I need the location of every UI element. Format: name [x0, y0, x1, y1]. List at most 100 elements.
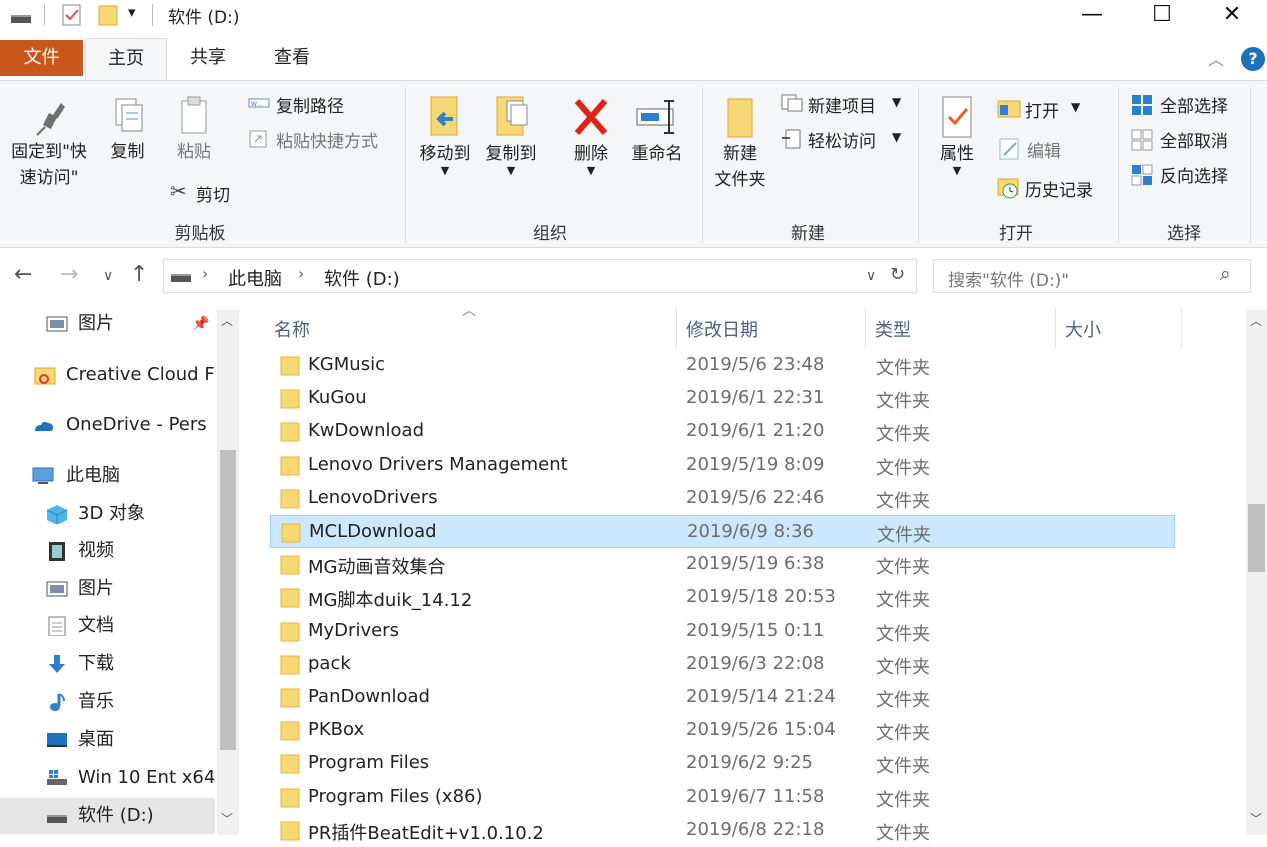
minimize-button[interactable]: — [1057, 0, 1127, 30]
address-dropdown-icon[interactable]: ∨ [866, 268, 876, 284]
pin-quick-access-button[interactable]: 固定到"快 速访问" [4, 95, 94, 191]
nav-item-documents[interactable]: 文档 [0, 608, 215, 644]
new-item-dropdown-icon[interactable]: ▼ [892, 95, 901, 109]
open-label[interactable]: 打开 [1025, 97, 1059, 122]
new-folder-quick-icon[interactable] [98, 4, 120, 31]
file-name[interactable]: MCLDownload [309, 521, 437, 542]
table-row[interactable]: MG脚本duik_14.12 2019/5/18 20:53 文件夹 [270, 581, 1175, 614]
table-row[interactable]: KuGou 2019/6/1 22:31 文件夹 [270, 382, 1175, 415]
table-row[interactable]: MG动画音效集合 2019/5/19 6:38 文件夹 [270, 548, 1175, 581]
copy-button[interactable]: 复制 [100, 95, 155, 165]
file-name[interactable]: MyDrivers [308, 620, 399, 641]
customize-quick-access-icon[interactable]: ▾ [128, 3, 136, 21]
copy-path-button[interactable]: W… [248, 95, 270, 116]
file-name[interactable]: MG脚本duik_14.12 [308, 586, 472, 612]
table-row[interactable]: PR插件BeatEdit+v1.0.10.2 2019/6/8 22:18 文件夹 [270, 814, 1175, 847]
column-divider[interactable] [676, 308, 677, 348]
table-row[interactable]: PanDownload 2019/5/14 21:24 文件夹 [270, 681, 1175, 714]
help-icon[interactable]: ? [1241, 47, 1265, 71]
nav-item-3d-objects[interactable]: 3D 对象 [0, 496, 215, 532]
drive-icon[interactable] [10, 10, 32, 30]
forward-icon[interactable]: → [60, 262, 78, 287]
file-name[interactable]: Lenovo Drivers Management [308, 454, 568, 475]
search-input[interactable]: 搜索"软件 (D:)" [948, 266, 1069, 291]
move-to-button[interactable]: 移动到 ▼ [414, 93, 476, 176]
rename-button[interactable]: 重命名 [624, 93, 690, 167]
nav-item-this-pc[interactable]: 此电脑 [0, 458, 215, 494]
edit-label[interactable]: 编辑 [1027, 137, 1061, 162]
invert-selection-icon[interactable] [1130, 163, 1154, 192]
file-name[interactable]: Program Files (x86) [308, 786, 483, 807]
table-row[interactable]: KGMusic 2019/5/6 23:48 文件夹 [270, 349, 1175, 382]
easy-access-label[interactable]: 轻松访问 [808, 127, 876, 152]
nav-scrollbar[interactable]: ︿ ﹀ [217, 310, 239, 835]
up-icon[interactable]: ↑ [130, 262, 148, 287]
file-name[interactable]: PKBox [308, 719, 364, 740]
file-name[interactable]: KuGou [308, 387, 367, 408]
history-label[interactable]: 历史记录 [1025, 176, 1093, 201]
table-row[interactable]: KwDownload 2019/6/1 21:20 文件夹 [270, 415, 1175, 448]
search-icon[interactable]: ⌕ [1220, 263, 1231, 285]
pin-icon[interactable]: 📌 [192, 306, 209, 342]
scroll-down-icon[interactable]: ﹀ [1250, 810, 1262, 827]
search-box[interactable]: 搜索"软件 (D:)" ⌕ [933, 259, 1251, 293]
file-name[interactable]: PR插件BeatEdit+v1.0.10.2 [308, 819, 544, 845]
open-dropdown-icon[interactable]: ▼ [1071, 100, 1080, 114]
refresh-icon[interactable]: ↻ [890, 264, 905, 285]
table-row[interactable]: MyDrivers 2019/5/15 0:11 文件夹 [270, 615, 1175, 648]
scroll-up-icon[interactable]: ︿ [221, 312, 233, 329]
open-icon[interactable] [996, 97, 1022, 124]
nav-item-creative-cloud[interactable]: Creative Cloud F [0, 357, 215, 393]
properties-quick-icon[interactable] [62, 4, 82, 31]
edit-icon[interactable] [998, 137, 1022, 166]
new-item-label[interactable]: 新建项目 [808, 92, 876, 117]
back-icon[interactable]: ← [14, 262, 32, 287]
paste-shortcut-button[interactable] [248, 129, 268, 154]
delete-button[interactable]: 删除 ▼ [562, 93, 620, 176]
nav-item-videos[interactable]: 视频 [0, 533, 215, 569]
recent-locations-icon[interactable]: ∨ [103, 268, 113, 284]
copy-to-button[interactable]: 复制到 ▼ [480, 93, 542, 176]
table-row[interactable]: pack 2019/6/3 22:08 文件夹 [270, 648, 1175, 681]
file-name[interactable]: pack [308, 653, 351, 674]
address-bar[interactable]: › 此电脑 › 软件 (D:) ∨ ↻ [163, 259, 917, 293]
column-header-size[interactable]: 大小 [1065, 316, 1101, 342]
tab-file[interactable]: 文件 [0, 40, 83, 76]
paste-button[interactable]: 粘贴 [165, 95, 223, 165]
table-row[interactable]: Lenovo Drivers Management 2019/5/19 8:09 文… [270, 449, 1175, 482]
file-name[interactable]: LenovoDrivers [308, 487, 438, 508]
table-row[interactable]: Program Files (x86) 2019/6/7 11:58 文件夹 [270, 781, 1175, 814]
table-row[interactable]: LenovoDrivers 2019/5/6 22:46 文件夹 [270, 482, 1175, 515]
history-icon[interactable] [996, 175, 1022, 204]
nav-item-pictures[interactable]: 图片 [0, 571, 215, 607]
select-none-icon[interactable] [1130, 128, 1154, 157]
select-none-label[interactable]: 全部取消 [1160, 127, 1228, 152]
cut-label[interactable]: 剪切 [196, 181, 230, 206]
file-name[interactable]: KwDownload [308, 420, 424, 441]
scroll-down-icon[interactable]: ﹀ [221, 810, 233, 827]
tab-home[interactable]: 主页 [85, 38, 167, 81]
close-button[interactable]: ✕ [1197, 0, 1267, 30]
breadcrumb-drive-d[interactable]: 软件 (D:) [324, 265, 400, 291]
nav-item-onedrive[interactable]: OneDrive - Pers [0, 407, 215, 443]
scroll-up-icon[interactable]: ︿ [1250, 312, 1262, 329]
file-name[interactable]: MG动画音效集合 [308, 553, 445, 579]
select-all-icon[interactable] [1130, 93, 1154, 122]
column-divider[interactable] [1055, 308, 1056, 348]
invert-selection-label[interactable]: 反向选择 [1160, 162, 1228, 187]
file-name[interactable]: Program Files [308, 752, 429, 773]
nav-item-drive-c[interactable]: Win 10 Ent x64 [0, 760, 215, 796]
easy-access-icon[interactable] [780, 128, 804, 155]
file-list-scrollbar-thumb[interactable] [1248, 504, 1265, 572]
file-name[interactable]: PanDownload [308, 686, 430, 707]
column-header-name[interactable]: 名称 [274, 316, 310, 342]
nav-item-music[interactable]: 音乐 [0, 684, 215, 720]
table-row[interactable]: PKBox 2019/5/26 15:04 文件夹 [270, 714, 1175, 747]
new-folder-button[interactable]: 新建 文件夹 [706, 93, 774, 193]
column-divider[interactable] [1181, 308, 1182, 348]
easy-access-dropdown-icon[interactable]: ▼ [892, 130, 901, 144]
properties-button[interactable]: 属性 ▼ [926, 93, 988, 176]
new-item-icon[interactable] [780, 93, 804, 118]
table-row[interactable]: MCLDownload 2019/6/9 8:36 文件夹 [270, 515, 1175, 548]
nav-item-pictures-pinned[interactable]: 图片 📌 [0, 306, 215, 342]
